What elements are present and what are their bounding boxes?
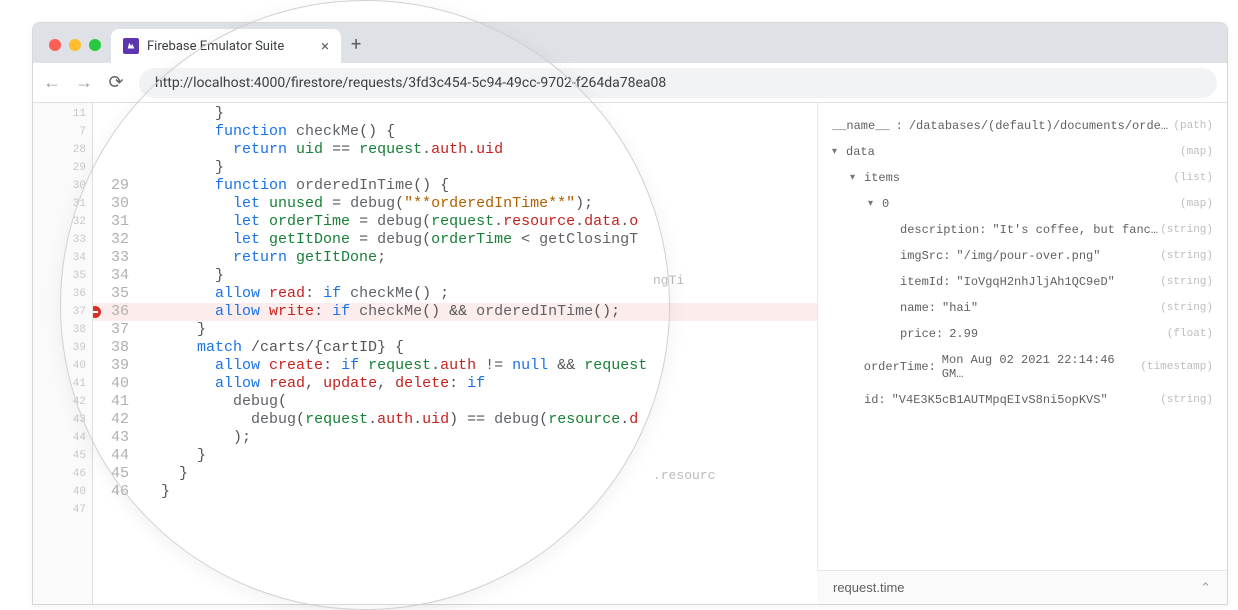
code-line: function checkMe() { xyxy=(93,123,817,141)
tab-title: Firebase Emulator Suite xyxy=(147,39,284,54)
code-line: 41 debug( xyxy=(93,393,817,411)
content-area: 1172829303132333435363738394041424344454… xyxy=(33,103,1227,604)
tab-strip: Firebase Emulator Suite × + xyxy=(33,23,1227,63)
inspector-row[interactable]: ▾items(list) xyxy=(832,165,1213,191)
code-line: 33 return getItDone; xyxy=(93,249,817,267)
code-line: 40 allow read, update, delete: if xyxy=(93,375,817,393)
code-line: 44 } xyxy=(93,447,817,465)
code-line: 45 } xyxy=(93,465,817,483)
code-line: 43 ); xyxy=(93,429,817,447)
code-line: 34 } xyxy=(93,267,817,285)
code-line: 36 allow write: if checkMe() && orderedI… xyxy=(93,303,817,321)
code-line: 42 debug(request.auth.uid) == debug(reso… xyxy=(93,411,817,429)
inspector-name-row: __name__: /databases/(default)/documents… xyxy=(832,113,1213,139)
inspector-row: name: "hai"(string) xyxy=(832,295,1213,321)
minimize-window-icon[interactable] xyxy=(69,39,81,51)
inspector-row[interactable]: ▾0(map) xyxy=(832,191,1213,217)
inspector-row: id: "V4E3K5cB1AUTMpqEIvS8ni5opKVS"(strin… xyxy=(832,387,1213,413)
code-line: 31 let orderTime = debug(request.resourc… xyxy=(93,213,817,231)
inspector-row: imgSrc: "/img/pour-over.png"(string) xyxy=(832,243,1213,269)
close-tab-icon[interactable]: × xyxy=(321,37,329,55)
browser-tab[interactable]: Firebase Emulator Suite × xyxy=(111,29,341,63)
code-line: 29 function orderedInTime() { xyxy=(93,177,817,195)
code-line: } xyxy=(93,105,817,123)
inspector-footer[interactable]: request.time ⌃ xyxy=(817,570,1227,604)
code-line: 39 allow create: if request.auth != null… xyxy=(93,357,817,375)
url-text: http://localhost:4000/firestore/requests… xyxy=(155,75,666,91)
back-icon[interactable]: ← xyxy=(43,72,61,93)
caret-icon: ▾ xyxy=(832,146,846,158)
error-indicator-icon[interactable] xyxy=(93,306,101,318)
maximize-window-icon[interactable] xyxy=(89,39,101,51)
inspector-row: orderTime: Mon Aug 02 2021 22:14:46 GM…(… xyxy=(832,347,1213,387)
inspector-tree: ▾data(map)▾items(list)▾0(map)description… xyxy=(832,139,1213,413)
code-line: 35 allow read: if checkMe() ; xyxy=(93,285,817,303)
inspector-row: price: 2.99(float) xyxy=(832,321,1213,347)
window-controls xyxy=(41,39,111,63)
footer-label: request.time xyxy=(833,580,905,595)
code-line: return uid == request.auth.uid xyxy=(93,141,817,159)
code-line: 38 match /carts/{cartID} { xyxy=(93,339,817,357)
close-window-icon[interactable] xyxy=(49,39,61,51)
forward-icon[interactable]: → xyxy=(75,72,93,93)
code-line: 37 } xyxy=(93,321,817,339)
inspector-row[interactable]: ▾data(map) xyxy=(832,139,1213,165)
url-bar[interactable]: http://localhost:4000/firestore/requests… xyxy=(139,68,1217,98)
rules-code: } function checkMe() { return uid == req… xyxy=(93,103,817,501)
chevron-up-icon: ⌃ xyxy=(1200,580,1211,596)
browser-window: Firebase Emulator Suite × + ← → ⟳ http:/… xyxy=(32,22,1228,605)
code-line: 46 } xyxy=(93,483,817,501)
inspector-row: description: "It's coffee, but fanc…(str… xyxy=(832,217,1213,243)
firebase-favicon-icon xyxy=(123,38,139,54)
inspector-panel: __name__: /databases/(default)/documents… xyxy=(817,103,1227,604)
outer-line-gutter: 1172829303132333435363738394041424344454… xyxy=(33,103,93,604)
reload-icon[interactable]: ⟳ xyxy=(107,72,125,93)
caret-icon: ▾ xyxy=(850,172,864,184)
browser-toolbar: ← → ⟳ http://localhost:4000/firestore/re… xyxy=(33,63,1227,103)
code-line: 30 let unused = debug("**orderedInTime**… xyxy=(93,195,817,213)
code-line: 32 let getItDone = debug(orderTime < get… xyxy=(93,231,817,249)
new-tab-button[interactable]: + xyxy=(341,34,371,63)
code-panel: } function checkMe() { return uid == req… xyxy=(93,103,817,604)
inspector-row: itemId: "IoVgqH2nhJljAh1QC9eD"(string) xyxy=(832,269,1213,295)
caret-icon: ▾ xyxy=(868,198,882,210)
code-line: } xyxy=(93,159,817,177)
